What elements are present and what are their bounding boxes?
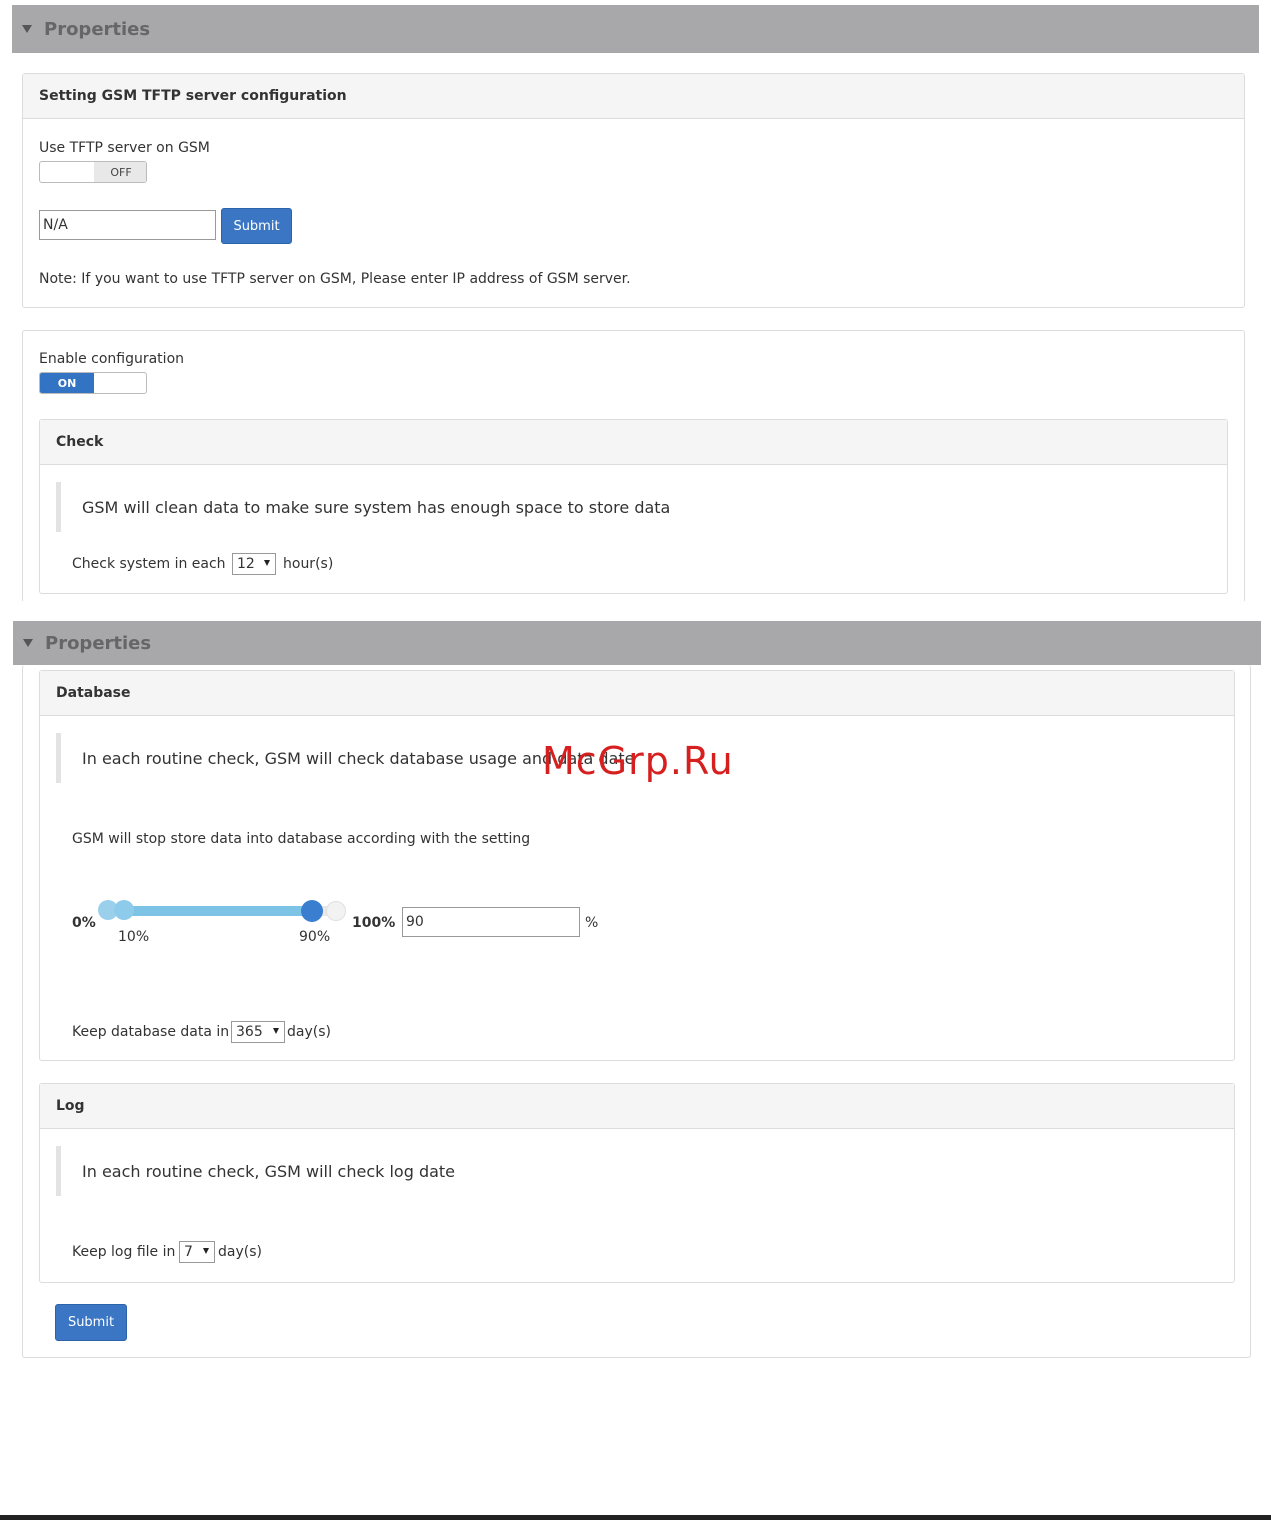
keep-log-select[interactable]: 7 [179,1241,215,1263]
slider-low-label: 10% [118,929,150,945]
collapse-triangle-icon [23,639,33,647]
collapse-triangle-icon [22,25,32,33]
keep-database-label: Keep database data in [72,1024,230,1040]
dropdown-arrow-icon [203,1248,209,1254]
log-description: In each routine check, GSM will check lo… [56,1146,455,1196]
log-panel: Log In each routine check, GSM will chec… [39,1083,1235,1283]
keep-log-unit: day(s) [218,1244,262,1260]
tftp-server-input[interactable]: N/A [39,210,216,240]
dropdown-arrow-icon [264,560,270,566]
tftp-panel-title: Setting GSM TFTP server configuration [23,74,1244,119]
keep-log-label: Keep log file in [72,1244,176,1260]
bottom-rule [0,1515,1271,1520]
use-tftp-toggle[interactable]: OFF [39,161,147,183]
database-stop-text: GSM will stop store data into database a… [72,831,531,847]
slider-low-handle[interactable] [114,900,135,920]
log-panel-title: Log [40,1084,1234,1129]
slider-high-label: 90% [299,929,331,945]
database-panel-title: Database [40,671,1234,716]
check-interval-unit: hour(s) [283,556,334,572]
watermark-text: McGrp.Ru [542,739,734,783]
tftp-panel: Setting GSM TFTP server configuration Us… [22,73,1245,308]
tftp-note: Note: If you want to use TFTP server on … [39,271,631,287]
slider-end-cap [326,901,346,921]
check-interval-select[interactable]: 12 [232,553,276,575]
usage-range-slider[interactable] [98,899,348,923]
properties-header[interactable]: Properties [12,5,1259,53]
slider-range-fill [108,906,313,916]
check-interval-label: Check system in each [72,556,226,572]
keep-database-select[interactable]: 365 [231,1021,285,1043]
configuration-panel: Enable configuration ON Check GSM will c… [22,330,1245,615]
dropdown-arrow-icon [273,1028,279,1034]
check-description: GSM will clean data to make sure system … [56,482,670,532]
toggle-on-label: ON [40,373,94,393]
check-panel-title: Check [40,420,1227,465]
properties-title-2: Properties [45,632,152,654]
keep-log-value: 7 [184,1244,193,1260]
slider-max-label: 100% [352,915,396,931]
properties-header-2[interactable]: Properties [13,621,1261,665]
use-tftp-label: Use TFTP server on GSM [39,140,210,156]
check-interval-value: 12 [237,556,255,572]
keep-database-value: 365 [236,1024,263,1040]
database-panel: Database In each routine check, GSM will… [39,670,1235,1061]
tftp-submit-button[interactable]: Submit [221,208,292,244]
keep-database-unit: day(s) [287,1024,331,1040]
properties-title: Properties [44,18,151,40]
toggle-off-label: OFF [94,162,146,182]
enable-configuration-toggle[interactable]: ON [39,372,147,394]
slider-high-handle[interactable] [301,900,324,922]
threshold-input[interactable]: 90 [402,907,580,937]
page-gap [0,601,1271,621]
slider-min-label: 0% [72,915,96,931]
enable-configuration-label: Enable configuration [39,351,185,367]
submit-button[interactable]: Submit [55,1304,127,1341]
threshold-unit: % [585,915,599,931]
check-panel: Check GSM will clean data to make sure s… [39,419,1228,594]
